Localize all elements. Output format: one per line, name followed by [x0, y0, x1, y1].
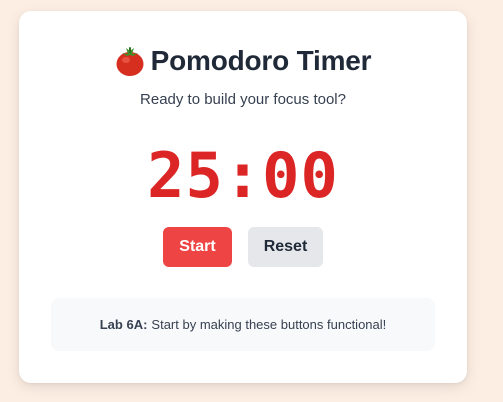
lab-note-text: Start by making these buttons functional…	[151, 317, 387, 332]
subtitle: Ready to build your focus tool?	[140, 91, 346, 108]
timer-display: 25:00	[147, 139, 339, 212]
title-row: Pomodoro Timer	[19, 45, 467, 77]
start-button[interactable]: Start	[163, 227, 232, 267]
reset-button[interactable]: Reset	[248, 227, 323, 267]
controls: Start Reset	[19, 227, 467, 267]
lab-note: Lab 6A: Start by making these buttons fu…	[51, 298, 435, 351]
timer-card: Pomodoro Timer Ready to build your focus…	[19, 11, 467, 383]
lab-note-label: Lab 6A:	[99, 317, 148, 332]
tomato-icon	[115, 45, 145, 77]
page-title: Pomodoro Timer	[150, 45, 372, 76]
